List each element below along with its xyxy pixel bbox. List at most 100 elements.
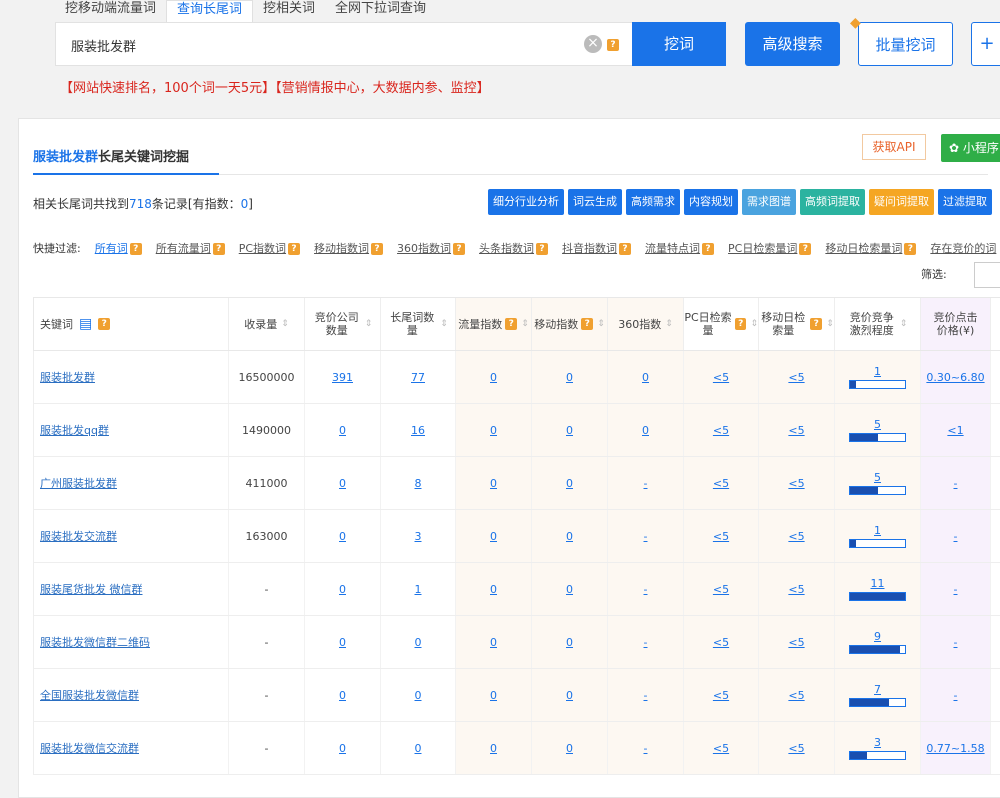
cell-mobile-value[interactable]: <5	[788, 530, 804, 543]
cell-jingjia-value[interactable]: 0	[339, 583, 346, 596]
cell-changwei-value[interactable]: 0	[415, 742, 422, 755]
cell-jingjia-value[interactable]: 0	[339, 477, 346, 490]
competition-value[interactable]: 11	[871, 577, 885, 590]
column-header[interactable]: 移动日检索量? ⇕	[759, 298, 835, 350]
column-header[interactable]: 移动指数? ⇕	[532, 298, 608, 350]
cell-kw-value[interactable]: 服装批发微信群二维码	[40, 634, 150, 650]
filter-item[interactable]: 移动指数词	[314, 242, 369, 255]
cell-pc-value[interactable]: <5	[713, 530, 729, 543]
cell-price-value[interactable]: <1	[947, 424, 963, 437]
search-input[interactable]: 服装批发群 × ?	[55, 22, 633, 66]
filter-item[interactable]: 所有流量词	[156, 242, 211, 255]
cell-mobile-value[interactable]: <5	[788, 424, 804, 437]
help-icon[interactable]: ?	[799, 243, 812, 255]
cell-pc-value[interactable]: <5	[713, 742, 729, 755]
search-value[interactable]: 服装批发群	[71, 36, 136, 55]
sort-icon[interactable]: ⇕	[521, 318, 529, 331]
cell-mobile-value[interactable]: <5	[788, 371, 804, 384]
column-header[interactable]: 竞价点击价格(¥)	[921, 298, 991, 350]
cell-pc-value[interactable]: <5	[713, 371, 729, 384]
cell-mobile-value[interactable]: <5	[788, 477, 804, 490]
filter-item[interactable]: 抖音指数词	[562, 242, 617, 255]
toolbar-button[interactable]: 需求图谱	[742, 189, 796, 215]
cell-yidong-value[interactable]: 0	[566, 742, 573, 755]
cell-liuliang-value[interactable]: 0	[490, 371, 497, 384]
competition-value[interactable]: 5	[874, 471, 881, 484]
help-icon[interactable]: ?	[619, 243, 632, 255]
cell-s360-value[interactable]: -	[644, 530, 648, 543]
sort-icon[interactable]: ⇕	[365, 318, 373, 331]
toolbar-button[interactable]: 词云生成	[568, 189, 622, 215]
cell-changwei-value[interactable]: 0	[415, 689, 422, 702]
sort-icon[interactable]: ⇕	[826, 318, 834, 331]
cell-s360-value[interactable]: 0	[642, 371, 649, 384]
help-icon[interactable]: ?	[98, 318, 111, 330]
help-icon[interactable]: ?	[212, 243, 225, 255]
cell-mobile-value[interactable]: <5	[788, 689, 804, 702]
cell-s360-value[interactable]: -	[644, 689, 648, 702]
help-icon[interactable]: ?	[288, 243, 301, 255]
cell-kw-value[interactable]: 服装批发交流群	[40, 528, 117, 544]
cell-pc-value[interactable]: <5	[713, 424, 729, 437]
cell-liuliang-value[interactable]: 0	[490, 477, 497, 490]
sort-icon[interactable]: ⇕	[750, 318, 758, 331]
cell-price-value[interactable]: -	[954, 530, 958, 543]
cell-changwei-value[interactable]: 3	[415, 530, 422, 543]
cell-kw-value[interactable]: 服装批发微信交流群	[40, 740, 139, 756]
sort-icon[interactable]: ⇕	[597, 318, 605, 331]
help-icon[interactable]: ?	[810, 318, 823, 330]
toolbar-button[interactable]: 疑问词提取	[869, 189, 934, 215]
cell-price-value[interactable]: 0.30~6.80	[926, 371, 984, 384]
get-api-button[interactable]: 获取API	[862, 134, 926, 160]
cell-jingjia-value[interactable]: 0	[339, 636, 346, 649]
cell-mobile-value[interactable]: <5	[788, 636, 804, 649]
sort-icon[interactable]: ⇕	[900, 318, 908, 331]
cell-liuliang-value[interactable]: 0	[490, 742, 497, 755]
filter-item[interactable]: 所有词	[95, 242, 128, 255]
cell-yidong-value[interactable]: 0	[566, 424, 573, 437]
tab-3[interactable]: 全网下拉词查询	[325, 0, 436, 22]
clear-icon[interactable]: ×	[584, 35, 602, 53]
cell-kw-value[interactable]: 服装尾货批发 微信群	[40, 581, 143, 597]
filter-item[interactable]: 存在竞价的词	[930, 242, 996, 255]
promo-link[interactable]: 【网站快速排名，100个词一天5元】【营销情报中心，大数据内参、监控】	[60, 77, 490, 96]
competition-value[interactable]: 7	[874, 683, 881, 696]
sort-icon[interactable]: ⇕	[281, 318, 289, 331]
cell-pc-value[interactable]: <5	[713, 583, 729, 596]
help-icon[interactable]: ?	[129, 243, 142, 255]
cell-changwei-value[interactable]: 16	[411, 424, 425, 437]
cell-price-value[interactable]: -	[954, 636, 958, 649]
add-button[interactable]: +	[971, 22, 1000, 66]
filter-item[interactable]: PC指数词	[239, 242, 286, 255]
cell-changwei-value[interactable]: 77	[411, 371, 425, 384]
cell-s360-value[interactable]: 0	[642, 424, 649, 437]
sort-icon[interactable]: ⇕	[440, 318, 448, 331]
help-icon[interactable]: ?	[536, 243, 549, 255]
competition-value[interactable]: 3	[874, 736, 881, 749]
help-icon[interactable]: ?	[371, 243, 384, 255]
cell-kw-value[interactable]: 服装批发qq群	[40, 422, 109, 438]
tab-1[interactable]: 查询长尾词	[166, 0, 254, 22]
cell-mobile-value[interactable]: <5	[788, 742, 804, 755]
cell-price-value[interactable]: 0.77~1.58	[926, 742, 984, 755]
cell-pc-value[interactable]: <5	[713, 689, 729, 702]
cell-price-value[interactable]: -	[954, 583, 958, 596]
cell-changwei-value[interactable]: 1	[415, 583, 422, 596]
sort-icon[interactable]: ⇕	[665, 318, 673, 331]
cell-s360-value[interactable]: -	[644, 583, 648, 596]
column-header[interactable]: 竞价公司数量 ⇕	[305, 298, 381, 350]
cell-pc-value[interactable]: <5	[713, 477, 729, 490]
competition-value[interactable]: 1	[874, 524, 881, 537]
cell-liuliang-value[interactable]: 0	[490, 636, 497, 649]
cell-jingjia-value[interactable]: 0	[339, 689, 346, 702]
screen-select[interactable]	[974, 262, 1000, 288]
toolbar-button[interactable]: 过滤提取	[938, 189, 992, 215]
column-header[interactable]: 长尾词数量 ⇕	[381, 298, 456, 350]
column-header[interactable]: 竞价竞争激烈程度 ⇕	[835, 298, 921, 350]
cell-changwei-value[interactable]: 0	[415, 636, 422, 649]
cell-jingjia-value[interactable]: 391	[332, 371, 353, 384]
cell-price-value[interactable]: -	[954, 477, 958, 490]
cell-liuliang-value[interactable]: 0	[490, 583, 497, 596]
cell-jingjia-value[interactable]: 0	[339, 530, 346, 543]
cell-yidong-value[interactable]: 0	[566, 689, 573, 702]
